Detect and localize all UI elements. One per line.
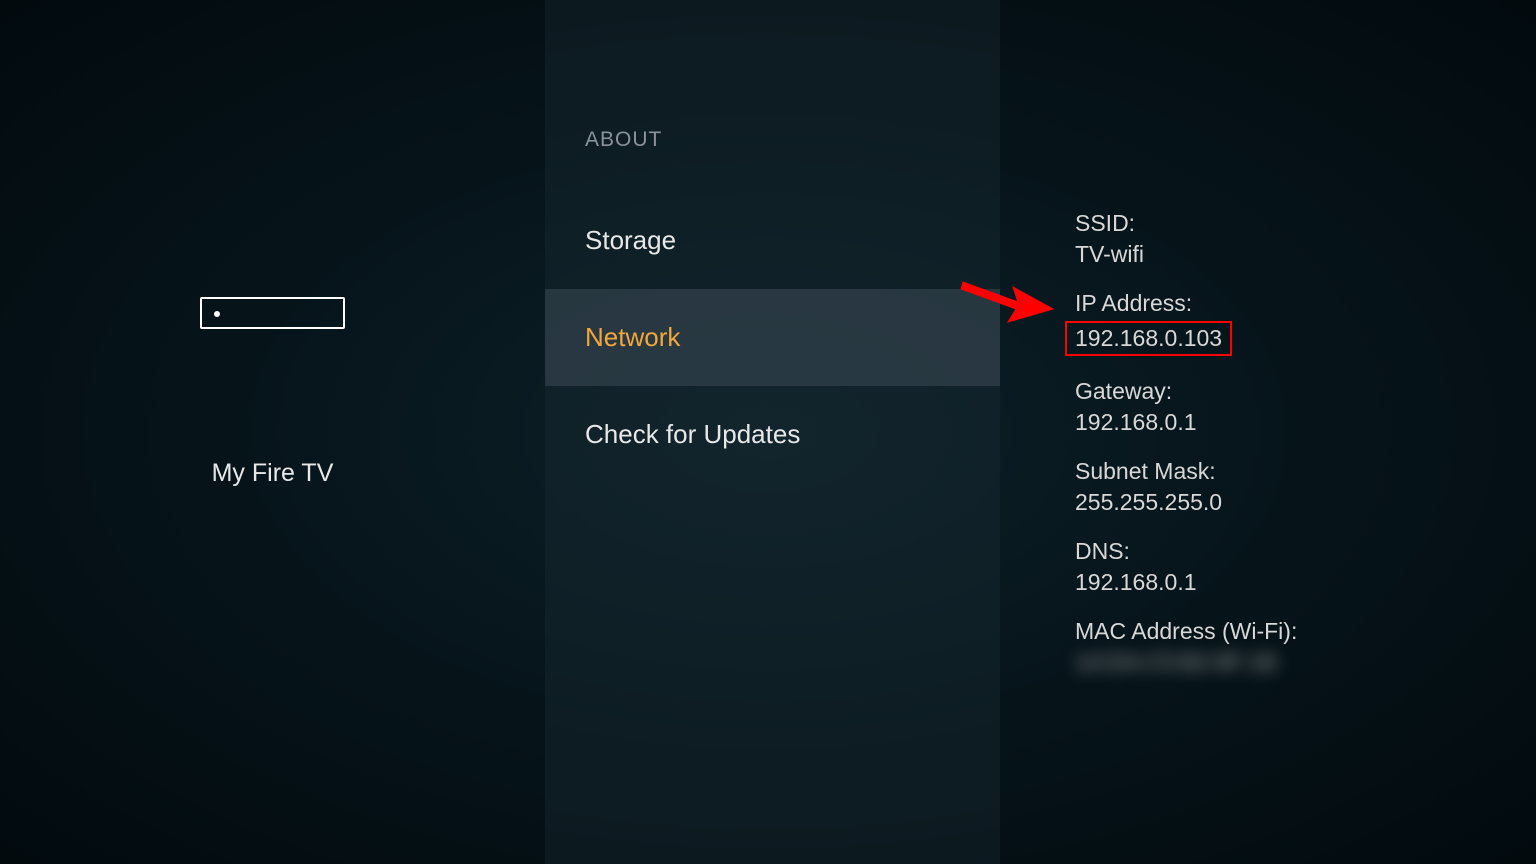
detail-value: TV-wifi <box>1075 241 1536 268</box>
ip-highlight-annotation: 192.168.0.103 <box>1065 321 1232 356</box>
detail-ip-address: IP Address: 192.168.0.103 <box>1075 290 1536 356</box>
fire-tv-device-icon <box>200 297 345 329</box>
detail-subnet-mask: Subnet Mask: 255.255.255.0 <box>1075 458 1536 516</box>
detail-gateway: Gateway: 192.168.0.1 <box>1075 378 1536 436</box>
detail-value-blurred: 14:DA:C5:B2:9F:1B <box>1075 649 1536 676</box>
detail-label: DNS: <box>1075 538 1536 565</box>
detail-dns: DNS: 192.168.0.1 <box>1075 538 1536 596</box>
left-panel: My Fire TV <box>0 0 545 864</box>
detail-label: MAC Address (Wi-Fi): <box>1075 618 1536 645</box>
network-details-panel: SSID: TV-wifi IP Address: 192.168.0.103 … <box>1000 0 1536 864</box>
detail-label: IP Address: <box>1075 290 1536 317</box>
detail-label: Subnet Mask: <box>1075 458 1536 485</box>
menu-item-check-updates[interactable]: Check for Updates <box>545 386 1000 483</box>
section-header: ABOUT <box>545 128 1000 192</box>
device-label: My Fire TV <box>212 459 334 488</box>
detail-value: 192.168.0.1 <box>1075 569 1536 596</box>
red-arrow-annotation-icon <box>958 267 1058 327</box>
menu-item-storage[interactable]: Storage <box>545 192 1000 289</box>
detail-value: 192.168.0.1 <box>1075 409 1536 436</box>
detail-value: 255.255.255.0 <box>1075 489 1536 516</box>
detail-label: Gateway: <box>1075 378 1536 405</box>
detail-mac-address: MAC Address (Wi-Fi): 14:DA:C5:B2:9F:1B <box>1075 618 1536 676</box>
detail-ssid: SSID: TV-wifi <box>1075 210 1536 268</box>
detail-value: 192.168.0.103 <box>1075 325 1222 351</box>
detail-label: SSID: <box>1075 210 1536 237</box>
about-menu-panel: ABOUT Storage Network Check for Updates <box>545 0 1000 864</box>
menu-item-network[interactable]: Network <box>545 289 1000 386</box>
